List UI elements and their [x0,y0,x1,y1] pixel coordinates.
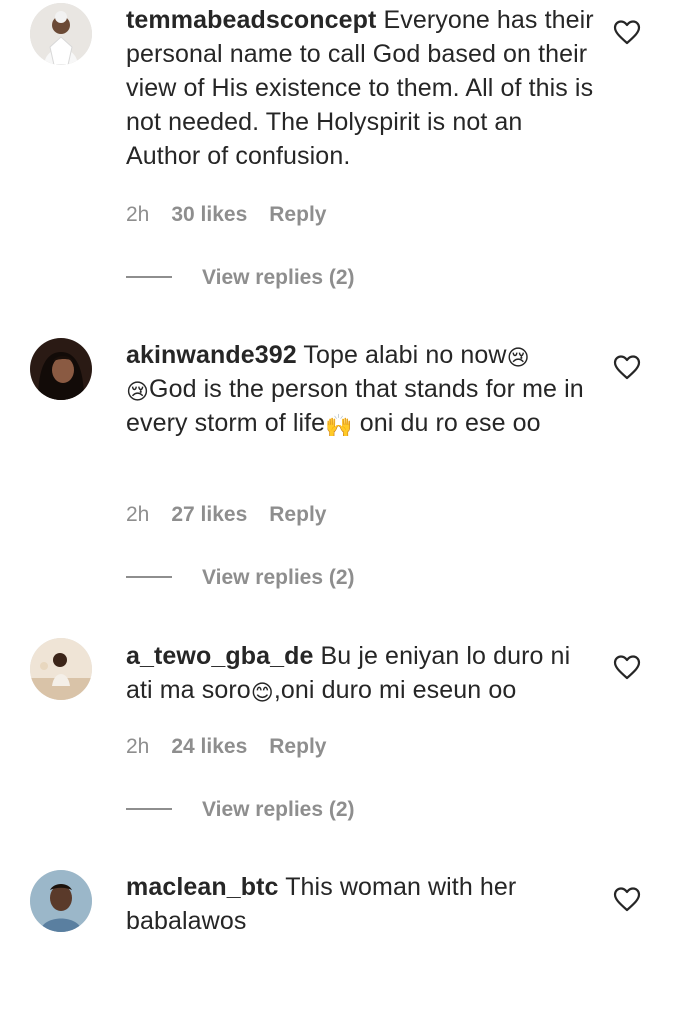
view-replies-label: View replies (2) [202,266,355,289]
replies-divider-line [126,808,172,811]
comment-likes[interactable]: 30 likes [171,203,247,226]
comment-time: 2h [126,203,150,226]
view-replies-label: View replies (2) [202,566,355,589]
avatar[interactable] [30,3,92,65]
crying-face-emoji: 😢 [506,346,530,371]
comment-likes[interactable]: 24 likes [171,735,247,758]
view-replies-button[interactable]: View replies (2) [126,566,355,590]
smiling-face-emoji: 😊 [250,681,274,706]
comment-body: ,oni duro mi eseun oo [273,676,517,704]
replies-divider-line [126,276,172,279]
comment-meta: 2h 27 likes Reply [126,503,326,527]
heart-outline-icon[interactable] [613,354,641,380]
comment-time: 2h [126,735,150,758]
view-replies-label: View replies (2) [202,798,355,821]
comment-username[interactable]: maclean_btc [126,873,279,901]
comment-text: maclean_btc This woman with her babalawo… [126,870,596,938]
avatar[interactable] [30,638,92,700]
view-replies-button[interactable]: View replies (2) [126,266,355,290]
comment-body: oni du ro ese oo [352,409,541,437]
comment-text: akinwande392 Tope alabi no now😢 😢God is t… [126,338,596,440]
heart-outline-icon[interactable] [613,19,641,45]
avatar[interactable] [30,870,92,932]
comment-text: a_tewo_gba_de Bu je eniyan lo duro ni at… [126,639,596,707]
comment-meta: 2h 24 likes Reply [126,735,326,759]
comment-text: temmabeadsconcept Everyone has their per… [126,3,596,173]
comment-body: Tope alabi no now [303,341,507,369]
comment-username[interactable]: akinwande392 [126,341,297,369]
crying-face-emoji: 😢 [126,380,150,405]
comment-username[interactable]: temmabeadsconcept [126,6,376,34]
comment-time: 2h [126,503,150,526]
heart-outline-icon[interactable] [613,886,641,912]
reply-button[interactable]: Reply [269,203,326,226]
raising-hands-emoji: 🙌 [325,414,353,439]
comment-likes[interactable]: 27 likes [171,503,247,526]
reply-button[interactable]: Reply [269,735,326,758]
replies-divider-line [126,576,172,579]
avatar[interactable] [30,338,92,400]
heart-outline-icon[interactable] [613,654,641,680]
reply-button[interactable]: Reply [269,503,326,526]
comment-meta: 2h 30 likes Reply [126,203,326,227]
comment-username[interactable]: a_tewo_gba_de [126,642,313,670]
view-replies-button[interactable]: View replies (2) [126,798,355,822]
